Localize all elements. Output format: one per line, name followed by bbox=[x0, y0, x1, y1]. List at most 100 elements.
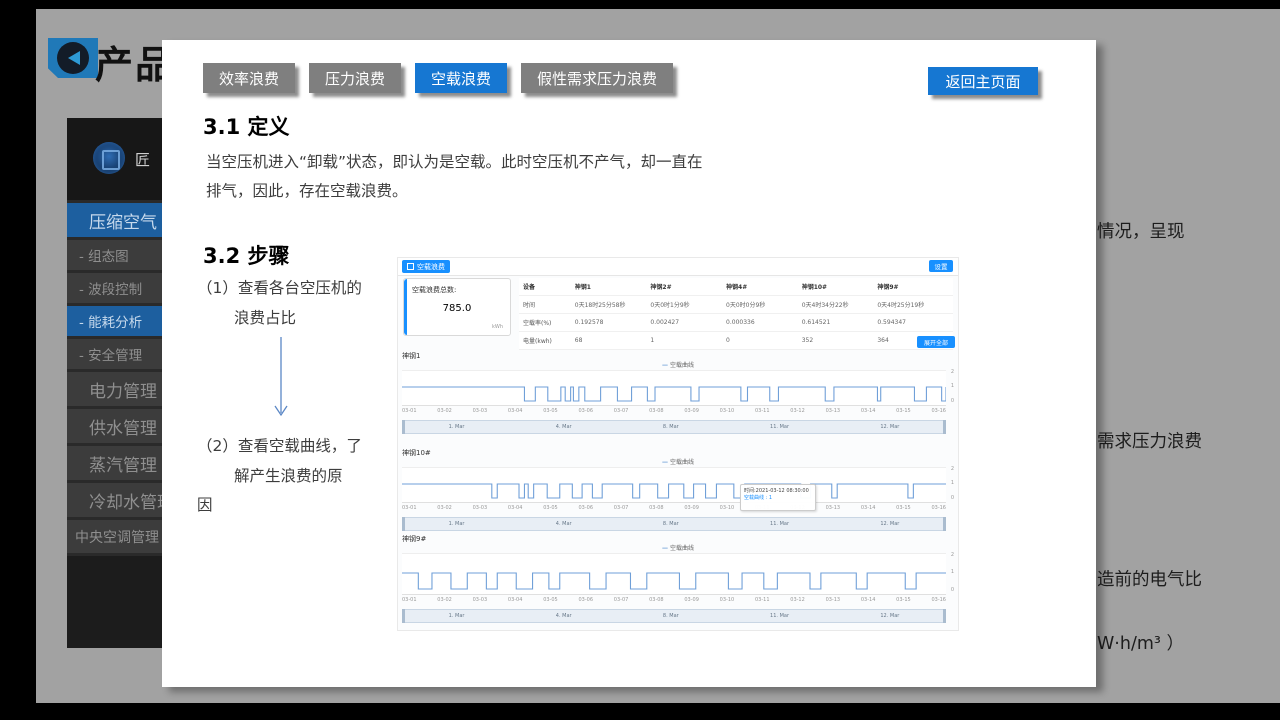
table-cell: 0天0时1分9秒 bbox=[650, 300, 726, 309]
table-cell: 68 bbox=[575, 337, 651, 344]
x-tick-label: 03-15 bbox=[896, 505, 911, 512]
table-row: 时间0天18时25分58秒0天0时1分9秒0天0时0分9秒0天4时34分22秒0… bbox=[519, 296, 953, 314]
x-tick-label: 03-13 bbox=[826, 408, 841, 415]
table-cell: 0天4时34分22秒 bbox=[802, 300, 878, 309]
brush-label: 4. Mar bbox=[556, 613, 572, 619]
x-tick-label: 03-03 bbox=[473, 597, 488, 604]
brush-label: 12. Mar bbox=[880, 521, 899, 527]
brush-label: 1. Mar bbox=[449, 613, 465, 619]
legend-line-icon: — bbox=[662, 459, 668, 466]
chart-legend[interactable]: —空载曲线 bbox=[402, 360, 954, 368]
x-tick-label: 03-05 bbox=[543, 597, 558, 604]
chart-plot: 210 bbox=[402, 370, 946, 406]
total-card-value: 785.0 bbox=[404, 303, 510, 314]
x-tick-label: 03-11 bbox=[755, 408, 770, 415]
x-tick-label: 03-11 bbox=[755, 597, 770, 604]
chart-datazoom-brush[interactable]: 1. Mar4. Mar8. Mar11. Mar12. Mar bbox=[402, 609, 946, 623]
right-text-fragment-2: 造前的电气比 bbox=[1097, 566, 1202, 591]
tooltip-value: 空载曲线 : 1 bbox=[744, 494, 812, 501]
table-cell: 0天18时25分58秒 bbox=[575, 300, 651, 309]
step2-line1: （2）查看空载曲线，了 bbox=[197, 434, 362, 456]
app-logo-mark bbox=[102, 150, 120, 170]
x-tick-label: 03-08 bbox=[649, 597, 664, 604]
brush-label: 12. Mar bbox=[880, 613, 899, 619]
back-arrow-icon[interactable] bbox=[48, 38, 98, 78]
x-tick-label: 03-12 bbox=[790, 408, 805, 415]
x-tick-label: 03-02 bbox=[437, 505, 452, 512]
chart-y-axis: 210 bbox=[946, 554, 954, 594]
table-row: 空载率(%)0.1925780.0024270.0003360.6145210.… bbox=[519, 314, 953, 332]
steps-heading: 3.2 步骤 bbox=[203, 240, 290, 270]
table-cell: 352 bbox=[802, 337, 878, 344]
tab-2[interactable]: 空载浪费 bbox=[415, 63, 507, 93]
x-tick-label: 03-16 bbox=[931, 597, 946, 604]
table-header-row: 设备神钢1神钢2#神钢4#神钢10#神钢9# bbox=[519, 278, 953, 296]
legend-line-icon: — bbox=[662, 362, 668, 369]
down-arrow-icon bbox=[272, 335, 290, 423]
right-text-fragment-1: 需求压力浪费 bbox=[1097, 428, 1202, 453]
return-home-button[interactable]: 返回主页面 bbox=[928, 67, 1038, 95]
brush-label: 8. Mar bbox=[663, 424, 679, 430]
table-row-label: 电量(kwh) bbox=[519, 336, 575, 345]
chart-block-1: 神钢10#—空载曲线21003-0103-0203-0303-0403-0503… bbox=[402, 448, 954, 531]
brush-label: 8. Mar bbox=[663, 521, 679, 527]
x-tick-label: 03-14 bbox=[861, 408, 876, 415]
chart-tooltip: 时间:2021-03-12 08:30:00 空载曲线 : 1 bbox=[740, 484, 816, 511]
x-tick-label: 03-08 bbox=[649, 505, 664, 512]
brush-label: 4. Mar bbox=[556, 424, 572, 430]
tab-3[interactable]: 假性需求压力浪费 bbox=[521, 63, 673, 93]
x-tick-label: 03-14 bbox=[861, 505, 876, 512]
x-tick-label: 03-06 bbox=[578, 505, 593, 512]
device-table: 设备神钢1神钢2#神钢4#神钢10#神钢9#时间0天18时25分58秒0天0时1… bbox=[519, 278, 953, 350]
x-tick-label: 03-03 bbox=[473, 408, 488, 415]
tab-1[interactable]: 压力浪费 bbox=[309, 63, 401, 93]
chart-legend[interactable]: —空载曲线 bbox=[402, 543, 954, 551]
right-text-fragment-0: 情况，呈现 bbox=[1097, 218, 1185, 243]
y-tick-label: 2 bbox=[951, 467, 954, 472]
brush-label: 1. Mar bbox=[449, 521, 465, 527]
x-tick-label: 03-10 bbox=[720, 408, 735, 415]
sidebar-brand: 匠 bbox=[135, 149, 150, 170]
brush-label: 11. Mar bbox=[770, 424, 789, 430]
chart-plot: 210 bbox=[402, 553, 946, 595]
dashboard-screenshot: 空载浪费 设置 空载浪费总数: 785.0 kWh 设备神钢1神钢2#神钢4#神… bbox=[397, 257, 959, 631]
chart-datazoom-brush[interactable]: 1. Mar 4. Mar 8. Mar 11. Mar 12. Mar bbox=[402, 420, 946, 434]
y-tick-label: 1 bbox=[951, 481, 954, 486]
definition-text: 当空压机进入“卸载”状态，即认为是空载。此时空压机不产气，却一直在排气，因此，存… bbox=[206, 148, 718, 206]
brush-label: 1. Mar bbox=[449, 424, 465, 430]
chart-y-axis: 2 1 0 bbox=[946, 468, 954, 502]
x-tick-label: 03-04 bbox=[508, 505, 523, 512]
idle-waste-tag-label: 空载浪费 bbox=[417, 262, 445, 272]
y-tick-label: 0 bbox=[951, 496, 954, 501]
x-tick-label: 03-05 bbox=[543, 408, 558, 415]
table-cell: 0 bbox=[726, 337, 802, 344]
table-row: 电量(kwh)6810352364 bbox=[519, 332, 953, 350]
table-header-cell: 神钢9# bbox=[877, 282, 953, 291]
x-tick-label: 03-01 bbox=[402, 597, 417, 604]
settings-button[interactable]: 设置 bbox=[929, 260, 953, 272]
chart-block-2: 神钢9#—空载曲线21003-0103-0203-0303-0403-0503-… bbox=[402, 534, 954, 623]
expand-all-button[interactable]: 展开全部 bbox=[917, 336, 955, 348]
idle-waste-tag[interactable]: 空载浪费 bbox=[402, 260, 450, 273]
x-tick-label: 03-04 bbox=[508, 408, 523, 415]
back-arrow-triangle bbox=[68, 51, 80, 65]
y-tick-label: 1 bbox=[951, 384, 954, 389]
x-tick-label: 03-13 bbox=[826, 597, 841, 604]
table-cell: 0.000336 bbox=[726, 319, 802, 326]
x-tick-label: 03-10 bbox=[720, 505, 735, 512]
table-cell: 0.594347 bbox=[877, 319, 953, 326]
tab-0[interactable]: 效率浪费 bbox=[203, 63, 295, 93]
table-cell: 1 bbox=[650, 337, 726, 344]
bottom-black-bar bbox=[0, 703, 1280, 720]
table-cell: 0.002427 bbox=[650, 319, 726, 326]
x-tick-label: 03-15 bbox=[896, 597, 911, 604]
x-tick-label: 03-09 bbox=[684, 505, 699, 512]
brush-label: 12. Mar bbox=[880, 424, 899, 430]
chart-legend[interactable]: —空载曲线 bbox=[402, 457, 954, 465]
waste-detail-panel: 效率浪费压力浪费空载浪费假性需求压力浪费 返回主页面 3.1 定义 当空压机进入… bbox=[162, 40, 1096, 687]
table-row-label: 空载率(%) bbox=[519, 318, 575, 327]
x-tick-label: 03-02 bbox=[437, 408, 452, 415]
x-tick-label: 03-06 bbox=[578, 408, 593, 415]
chart-y-axis: 210 bbox=[946, 371, 954, 405]
chart-datazoom-brush[interactable]: 1. Mar4. Mar8. Mar11. Mar12. Mar bbox=[402, 517, 946, 531]
